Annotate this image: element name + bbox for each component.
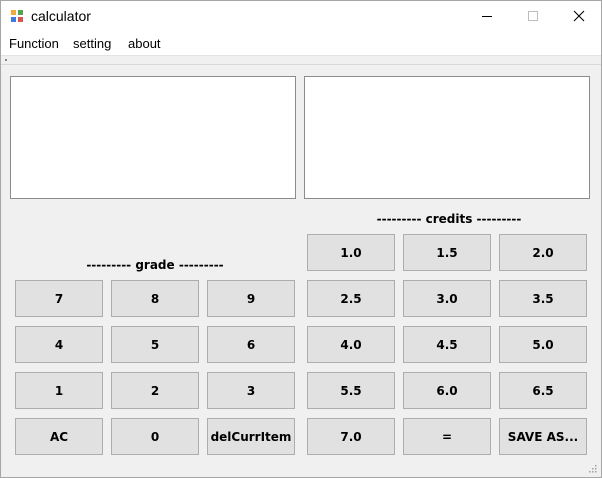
app-window: calculator Function setting about ------… (0, 0, 602, 478)
credit-button-3-0[interactable]: 3.0 (403, 280, 491, 317)
grade-button-5[interactable]: 5 (111, 326, 199, 363)
credits-display[interactable] (304, 76, 590, 199)
close-icon (573, 10, 585, 22)
grade-button-2[interactable]: 2 (111, 372, 199, 409)
menu-setting[interactable]: setting (73, 36, 111, 51)
credit-button-1-0[interactable]: 1.0 (307, 234, 395, 271)
grade-button-6[interactable]: 6 (207, 326, 295, 363)
grade-label: --------- grade --------- (86, 258, 224, 272)
resize-grip-icon[interactable] (587, 463, 597, 473)
grade-button-3[interactable]: 3 (207, 372, 295, 409)
credit-button-6-5[interactable]: 6.5 (499, 372, 587, 409)
window-title: calculator (31, 8, 91, 24)
toolbar-grip-icon[interactable] (5, 59, 7, 61)
close-button[interactable] (556, 1, 602, 32)
grade-button-9[interactable]: 9 (207, 280, 295, 317)
delete-current-item-button[interactable]: delCurrItem (207, 418, 295, 455)
grade-button-4[interactable]: 4 (15, 326, 103, 363)
maximize-icon (528, 11, 538, 21)
grade-button-1[interactable]: 1 (15, 372, 103, 409)
equals-button[interactable]: = (403, 418, 491, 455)
minimize-icon (482, 16, 492, 17)
toolbar-area (1, 56, 601, 65)
all-clear-button[interactable]: AC (15, 418, 103, 455)
credit-button-5-5[interactable]: 5.5 (307, 372, 395, 409)
credit-button-1-5[interactable]: 1.5 (403, 234, 491, 271)
grade-button-8[interactable]: 8 (111, 280, 199, 317)
maximize-button[interactable] (510, 1, 556, 32)
menu-about[interactable]: about (128, 36, 161, 51)
credits-label: --------- credits --------- (376, 212, 522, 226)
credit-button-3-5[interactable]: 3.5 (499, 280, 587, 317)
credit-button-7-0[interactable]: 7.0 (307, 418, 395, 455)
save-as-button[interactable]: SAVE AS... (499, 418, 587, 455)
credit-button-2-0[interactable]: 2.0 (499, 234, 587, 271)
menu-function[interactable]: Function (9, 36, 59, 51)
minimize-button[interactable] (464, 1, 510, 32)
credit-button-4-0[interactable]: 4.0 (307, 326, 395, 363)
credit-button-4-5[interactable]: 4.5 (403, 326, 491, 363)
grade-button-7[interactable]: 7 (15, 280, 103, 317)
menu-bar: Function setting about (1, 32, 601, 56)
credit-button-2-5[interactable]: 2.5 (307, 280, 395, 317)
title-bar[interactable]: calculator (1, 1, 601, 32)
credit-button-6-0[interactable]: 6.0 (403, 372, 491, 409)
grade-button-0[interactable]: 0 (111, 418, 199, 455)
credit-button-5-0[interactable]: 5.0 (499, 326, 587, 363)
app-grid-icon (11, 10, 23, 22)
grade-display[interactable] (10, 76, 296, 199)
